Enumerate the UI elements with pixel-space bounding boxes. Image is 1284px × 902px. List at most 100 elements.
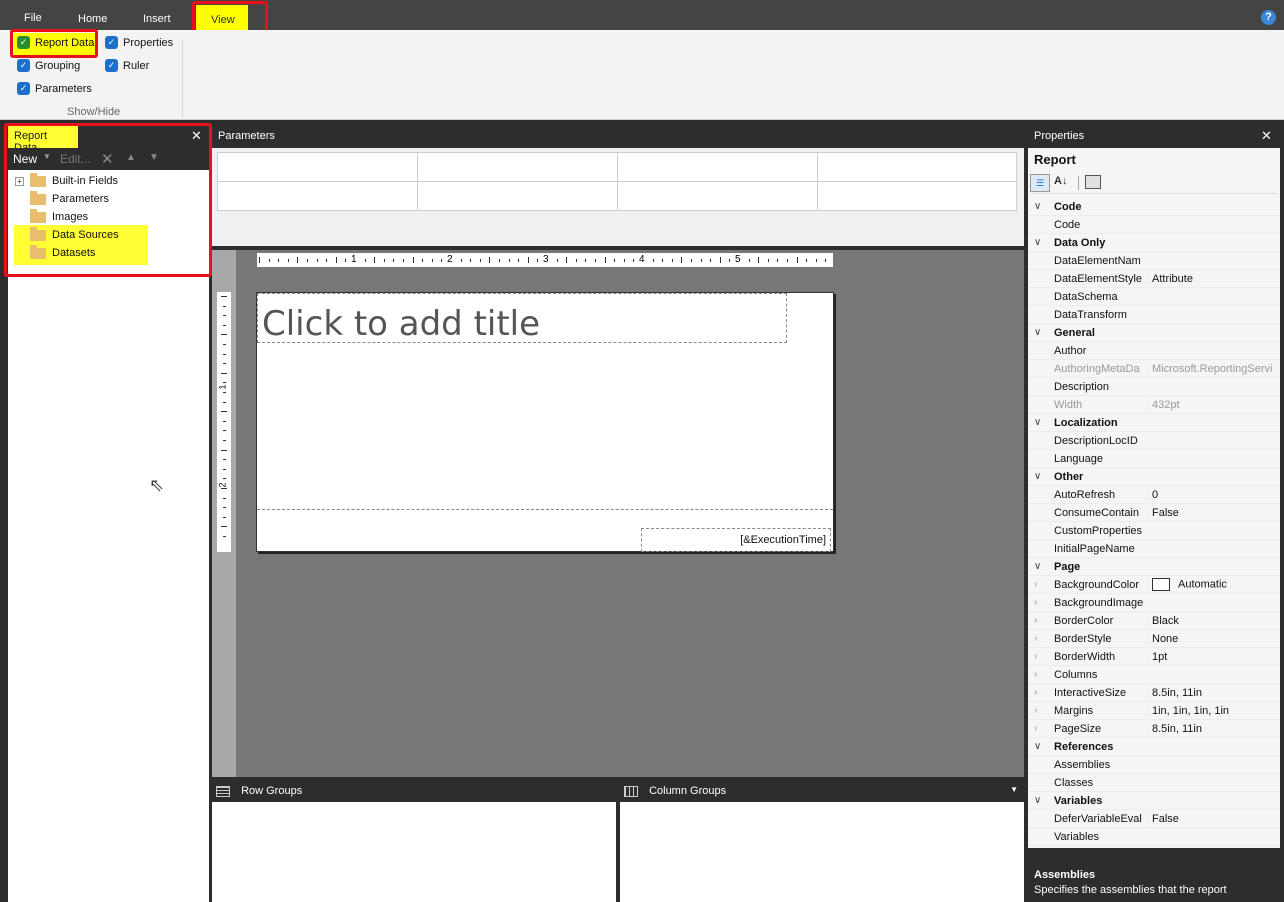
column-groups-pane[interactable] [620, 802, 1024, 902]
property-value[interactable]: 432pt [1148, 398, 1278, 411]
property-value[interactable]: 0 [1148, 488, 1278, 501]
expand-icon[interactable]: › [1034, 705, 1037, 716]
property-value[interactable]: False [1148, 506, 1278, 519]
property-value[interactable]: Microsoft.ReportingServi [1148, 362, 1278, 375]
checkmark-icon: ✓ [17, 59, 30, 72]
property-pages-icon[interactable] [1085, 175, 1101, 189]
property-value[interactable]: 1in, 1in, 1in, 1in [1148, 704, 1278, 717]
property-row[interactable]: InitialPageName [1028, 540, 1280, 558]
property-row[interactable]: Code [1028, 216, 1280, 234]
show-hide-group-label: Show/Hide [67, 106, 121, 118]
property-row[interactable]: › BorderColor Black [1028, 612, 1280, 630]
collapse-icon[interactable]: ∨ [1034, 741, 1041, 752]
expand-icon[interactable]: › [1034, 651, 1037, 662]
property-value[interactable]: 8.5in, 11in [1148, 686, 1278, 699]
property-category[interactable]: ∨ Code [1028, 198, 1280, 216]
collapse-icon[interactable]: ∨ [1034, 327, 1041, 338]
property-row[interactable]: Description [1028, 378, 1280, 396]
property-row[interactable]: DataTransform [1028, 306, 1280, 324]
property-row[interactable]: CustomProperties [1028, 522, 1280, 540]
tab-file[interactable]: File [24, 12, 42, 24]
property-value[interactable]: Attribute [1148, 272, 1278, 285]
expand-icon[interactable]: › [1034, 669, 1037, 680]
expand-icon[interactable]: › [1034, 687, 1037, 698]
property-row[interactable]: DataElementNam [1028, 252, 1280, 270]
expand-icon[interactable]: › [1034, 579, 1037, 590]
expand-icon[interactable]: › [1034, 633, 1037, 644]
grouping-checkbox[interactable]: ✓ Grouping [17, 59, 80, 72]
property-row[interactable]: › BackgroundColor Automatic [1028, 576, 1280, 594]
row-groups-pane[interactable] [212, 802, 616, 902]
property-row[interactable]: DataElementStyle Attribute [1028, 270, 1280, 288]
report-title-placeholder[interactable]: Click to add title [257, 293, 787, 344]
mouse-cursor-icon: ⇖ [149, 475, 165, 495]
tab-home[interactable]: Home [78, 13, 107, 25]
property-category[interactable]: ∨ Data Only [1028, 234, 1280, 252]
property-row[interactable]: DataSchema [1028, 288, 1280, 306]
property-row[interactable]: › Columns [1028, 666, 1280, 684]
property-category[interactable]: ∨ References [1028, 738, 1280, 756]
collapse-icon[interactable]: ∨ [1034, 795, 1041, 806]
properties-checkbox[interactable]: ✓ Properties [105, 36, 173, 49]
property-row[interactable]: › BackgroundImage [1028, 594, 1280, 612]
property-category[interactable]: ∨ Variables [1028, 792, 1280, 810]
column-groups-label: Column Groups [649, 785, 727, 797]
property-row[interactable]: Width 432pt [1028, 396, 1280, 414]
tab-insert[interactable]: Insert [143, 13, 171, 25]
property-row[interactable]: › BorderStyle None [1028, 630, 1280, 648]
ruler-tick [223, 353, 226, 355]
ruler-tick [671, 259, 673, 262]
property-category[interactable]: ∨ Localization [1028, 414, 1280, 432]
execution-time-textbox[interactable]: [&ExecutionTime] [641, 528, 831, 552]
ruler-tick [614, 259, 616, 262]
sort-alphabetical-icon[interactable]: A↓ [1054, 175, 1067, 187]
collapse-icon[interactable]: ∨ [1034, 237, 1041, 248]
collapse-icon[interactable]: ∨ [1034, 561, 1041, 572]
ruler-tick [268, 259, 270, 262]
expand-icon[interactable]: › [1034, 597, 1037, 608]
property-category[interactable]: ∨ General [1028, 324, 1280, 342]
property-category[interactable]: ∨ Other [1028, 468, 1280, 486]
property-value[interactable]: None [1148, 632, 1278, 645]
property-value[interactable]: 1pt [1148, 650, 1278, 663]
property-category[interactable]: ∨ Page [1028, 558, 1280, 576]
close-icon[interactable]: ✕ [1261, 128, 1272, 144]
property-row[interactable]: Author [1028, 342, 1280, 360]
categorized-icon[interactable]: ☰ [1030, 174, 1050, 192]
property-value[interactable]: 8.5in, 11in [1148, 722, 1278, 735]
ruler-tick [710, 259, 712, 262]
ruler-checkbox[interactable]: ✓ Ruler [105, 59, 149, 72]
parameters-checkbox[interactable]: ✓ Parameters [17, 82, 92, 95]
property-row[interactable]: › InteractiveSize 8.5in, 11in [1028, 684, 1280, 702]
property-row[interactable]: Assemblies [1028, 756, 1280, 774]
property-row[interactable]: DeferVariableEval False [1028, 810, 1280, 828]
help-icon[interactable]: ? [1261, 10, 1276, 25]
property-value[interactable]: False [1148, 812, 1278, 825]
expand-icon[interactable]: › [1034, 615, 1037, 626]
ruler-tick [335, 257, 337, 263]
collapse-icon[interactable]: ∨ [1034, 471, 1041, 482]
ruler-tick [422, 259, 424, 262]
ruler-label: 1 [351, 254, 357, 265]
properties-checkbox-label: Properties [123, 36, 174, 49]
chevron-down-icon[interactable]: ▼ [1010, 785, 1018, 794]
property-value[interactable]: Automatic [1148, 578, 1278, 591]
collapse-icon[interactable]: ∨ [1034, 417, 1041, 428]
property-row[interactable]: › PageSize 8.5in, 11in [1028, 720, 1280, 738]
ribbon-separator [182, 40, 183, 117]
property-row[interactable]: › Margins 1in, 1in, 1in, 1in [1028, 702, 1280, 720]
expand-icon[interactable]: › [1034, 723, 1037, 734]
property-row[interactable]: Classes [1028, 774, 1280, 792]
property-row[interactable]: DescriptionLocID [1028, 432, 1280, 450]
property-value[interactable]: Black [1148, 614, 1278, 627]
property-row[interactable]: AuthoringMetaDa Microsoft.ReportingServi [1028, 360, 1280, 378]
parameters-grid[interactable] [217, 152, 1017, 211]
property-row[interactable]: Variables [1028, 828, 1280, 846]
collapse-icon[interactable]: ∨ [1034, 201, 1041, 212]
report-page[interactable]: Click to add title [&ExecutionTime] [256, 292, 834, 552]
ruler-tick [604, 257, 606, 263]
property-row[interactable]: Language [1028, 450, 1280, 468]
property-row[interactable]: AutoRefresh 0 [1028, 486, 1280, 504]
property-row[interactable]: › BorderWidth 1pt [1028, 648, 1280, 666]
property-row[interactable]: ConsumeContain False [1028, 504, 1280, 522]
